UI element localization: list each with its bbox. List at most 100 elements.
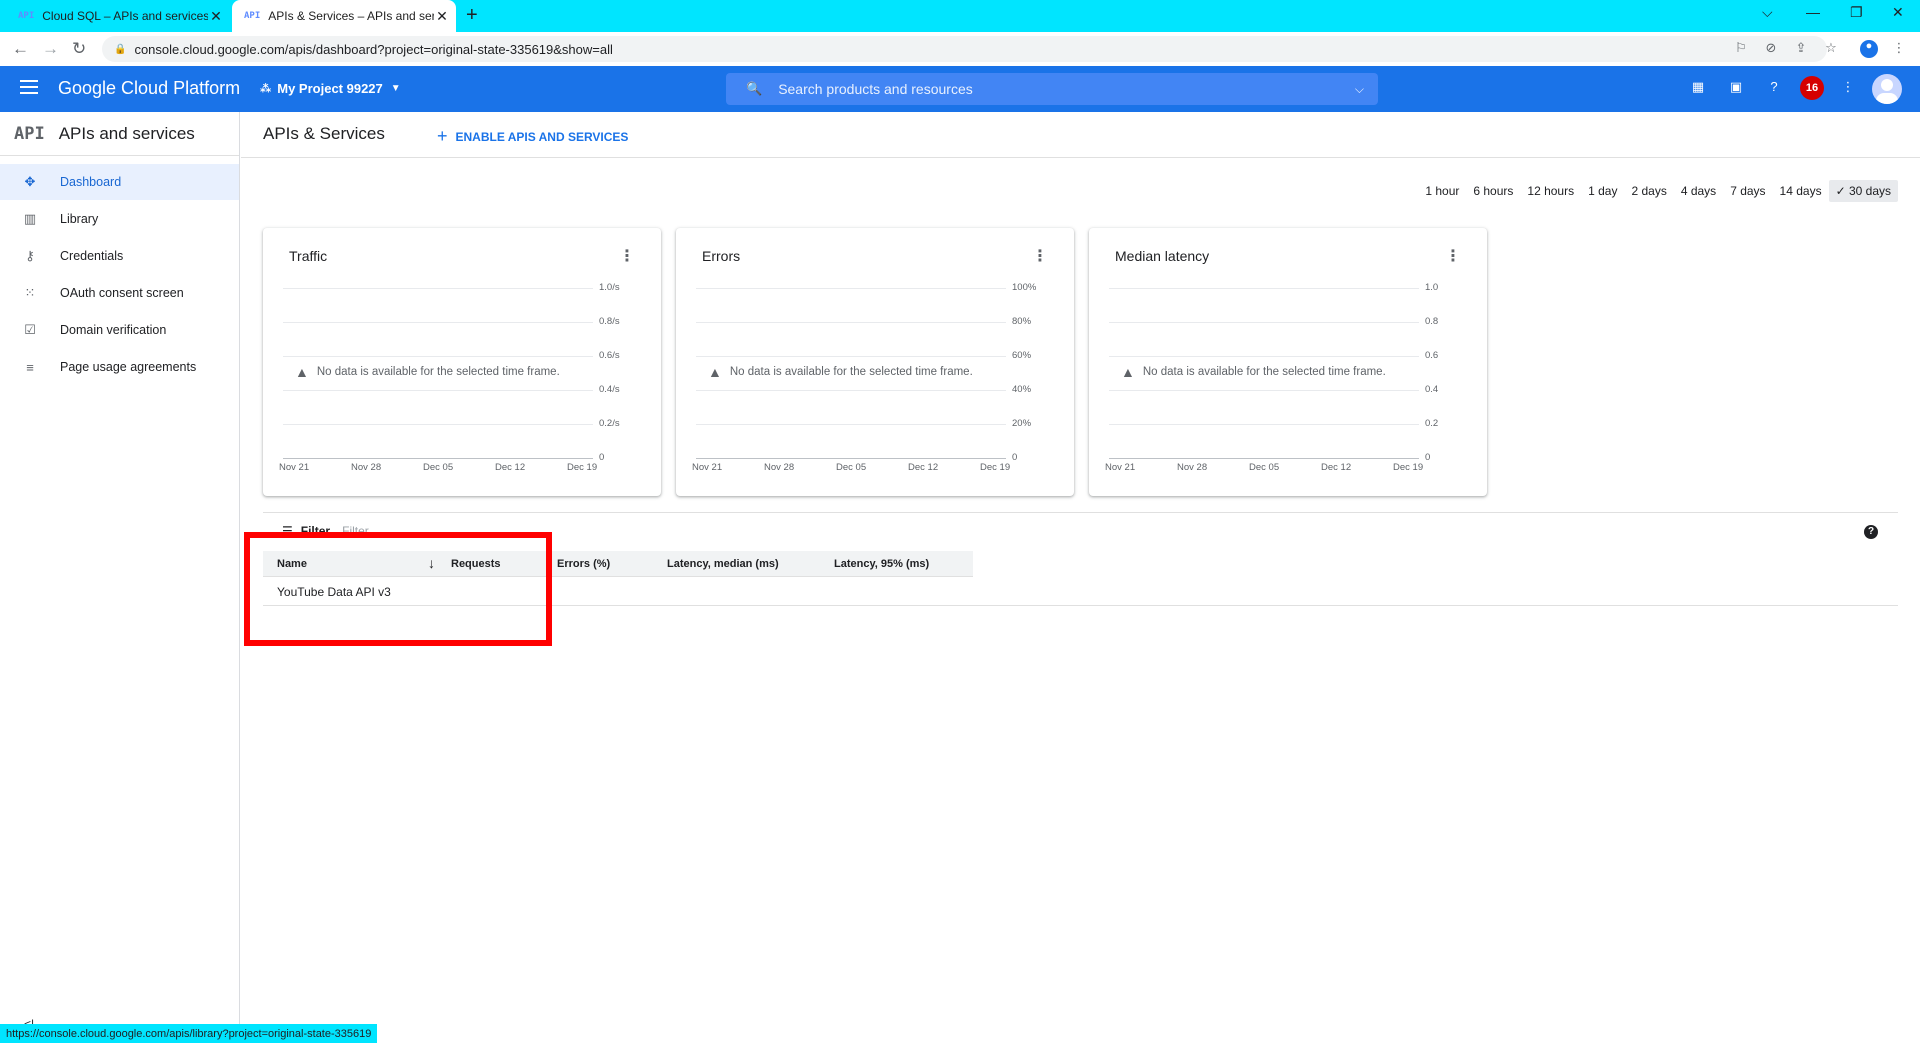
column-latency-median[interactable]: Latency, median (ms) bbox=[667, 558, 779, 570]
warning-icon: ▲ bbox=[708, 364, 722, 380]
column-errors[interactable]: Errors (%) bbox=[557, 558, 610, 570]
help-icon[interactable]: ? bbox=[1864, 525, 1878, 539]
reload-icon[interactable]: ↻ bbox=[72, 39, 86, 59]
chart-card: Traffic ⋮ 1.0/s 0.8/s 0.6/s 0.4/s 0.2/s 0 Nov 21… bbox=[263, 228, 661, 496]
x-tick-label: Dec 05 bbox=[836, 462, 867, 473]
column-latency-95[interactable]: Latency, 95% (ms) bbox=[834, 558, 929, 570]
help-icon[interactable]: ? bbox=[1764, 79, 1784, 94]
more-vert-icon[interactable]: ⋮ bbox=[1445, 246, 1461, 266]
warning-icon: ▲ bbox=[295, 364, 309, 380]
search-bar[interactable]: 🔍 Search products and resources ⌵ bbox=[726, 73, 1378, 105]
chart-gridline bbox=[696, 390, 1006, 391]
chart-gridline bbox=[1109, 322, 1419, 323]
highlight-box bbox=[244, 532, 552, 646]
sidebar-item-credentials[interactable]: ⚷ Credentials bbox=[0, 238, 239, 274]
notifications-badge[interactable]: 16 bbox=[1800, 76, 1824, 100]
sidebar-item-domain-verification[interactable]: ☑ Domain verification bbox=[0, 312, 239, 348]
time-range-option[interactable]: 7 days bbox=[1723, 180, 1772, 202]
y-tick-label: 80% bbox=[1012, 316, 1032, 327]
sidebar-item-library[interactable]: ▥ Library bbox=[0, 201, 239, 237]
hamburger-menu-icon[interactable] bbox=[20, 80, 38, 98]
restore-window-icon[interactable]: ❐ bbox=[1850, 4, 1863, 21]
table-divider bbox=[263, 512, 1898, 513]
time-range-option[interactable]: 2 days bbox=[1624, 180, 1673, 202]
minimize-window-icon[interactable]: — bbox=[1806, 4, 1820, 20]
time-range-option[interactable]: 4 days bbox=[1674, 180, 1723, 202]
x-tick-label: Dec 12 bbox=[495, 462, 526, 473]
back-arrow-icon[interactable]: ← bbox=[12, 39, 29, 59]
side-navigation: API APIs and services ✥ Dashboard ▥ Libr… bbox=[0, 112, 240, 1043]
time-range-label: 2 days bbox=[1631, 184, 1667, 198]
y-tick-label: 0 bbox=[1425, 452, 1431, 463]
sidebar-item-page-usage[interactable]: ≡ Page usage agreements bbox=[0, 349, 239, 385]
translate-icon[interactable]: ⚐ bbox=[1732, 40, 1750, 58]
time-range-option[interactable]: 12 hours bbox=[1520, 180, 1581, 202]
time-range-label: 1 hour bbox=[1425, 184, 1460, 198]
enable-apis-button[interactable]: + ENABLE APIS AND SERVICES bbox=[437, 126, 628, 147]
chart-gridline bbox=[1109, 390, 1419, 391]
eye-slash-icon[interactable]: ⊘ bbox=[1762, 40, 1780, 58]
x-tick-label: Dec 12 bbox=[908, 462, 939, 473]
new-tab-plus-icon[interactable]: + bbox=[466, 4, 478, 27]
tab-search-chevron-icon[interactable]: ⌵ bbox=[1762, 4, 1773, 21]
address-bar[interactable]: 🔒 console.cloud.google.com/apis/dashboar… bbox=[102, 36, 1827, 62]
more-vert-icon[interactable]: ⋮ bbox=[1032, 246, 1048, 266]
sidebar-item-label: Library bbox=[60, 212, 99, 226]
chart-card: Errors ⋮ 100% 80% 60% 40% 20% 0 Nov 21 Nov 28 Dec … bbox=[676, 228, 1074, 496]
chart-gridline bbox=[696, 356, 1006, 357]
time-range-option[interactable]: 14 days bbox=[1773, 180, 1829, 202]
cloud-shell-icon[interactable]: ▣ bbox=[1726, 79, 1746, 95]
time-range-option[interactable]: ✓ 30 days bbox=[1828, 180, 1898, 202]
more-vert-icon[interactable]: ⋮ bbox=[619, 246, 635, 266]
time-range-option[interactable]: 1 day bbox=[1581, 180, 1624, 202]
browser-tab-cloud-sql[interactable]: API Cloud SQL – APIs and services – ✕ bbox=[0, 0, 230, 32]
project-hierarchy-icon: ⁂ bbox=[260, 83, 272, 95]
more-vert-icon[interactable]: ⋮ bbox=[1838, 79, 1858, 95]
chart-gridline bbox=[1109, 288, 1419, 289]
time-range-label: 30 days bbox=[1848, 184, 1891, 198]
gcp-header: Google Cloud Platform ⁂ My Project 99227… bbox=[0, 66, 1920, 112]
no-data-message: ▲ No data is available for the selected t… bbox=[708, 364, 973, 380]
browser-menu-icon[interactable]: ⋮ bbox=[1890, 40, 1908, 58]
chart-title: Traffic bbox=[289, 248, 328, 264]
time-range-label: 1 day bbox=[1588, 184, 1618, 198]
close-tab-icon[interactable]: ✕ bbox=[434, 8, 450, 25]
y-tick-label: 0.6/s bbox=[599, 350, 620, 361]
y-tick-label: 20% bbox=[1012, 418, 1032, 429]
sidebar-item-oauth-consent[interactable]: ⁙ OAuth consent screen bbox=[0, 275, 239, 311]
chart-gridline bbox=[283, 322, 593, 323]
profile-icon[interactable]: ● bbox=[1860, 40, 1878, 58]
api-favicon-icon: API bbox=[18, 11, 35, 21]
chart-gridline bbox=[696, 424, 1006, 425]
url-text: console.cloud.google.com/apis/dashboard?… bbox=[134, 41, 613, 57]
close-tab-icon[interactable]: ✕ bbox=[208, 8, 224, 25]
gift-icon[interactable]: ▦ bbox=[1688, 79, 1708, 95]
project-name: My Project 99227 bbox=[277, 81, 383, 96]
project-selector[interactable]: ⁂ My Project 99227 ▼ bbox=[260, 81, 401, 96]
search-placeholder: Search products and resources bbox=[778, 81, 973, 97]
y-tick-label: 0.4 bbox=[1425, 384, 1439, 395]
share-icon[interactable]: ⇪ bbox=[1792, 40, 1810, 58]
chart-gridline bbox=[1109, 424, 1419, 425]
bookmark-star-icon[interactable]: ☆ bbox=[1822, 40, 1840, 58]
y-tick-label: 1.0/s bbox=[599, 282, 620, 293]
chevron-down-icon: ▼ bbox=[390, 83, 401, 94]
sidebar-item-dashboard[interactable]: ✥ Dashboard bbox=[0, 164, 239, 200]
checkbox-icon: ☑ bbox=[24, 322, 36, 337]
no-data-text: No data is available for the selected ti… bbox=[1142, 366, 1386, 378]
chevron-down-icon[interactable]: ⌵ bbox=[1355, 82, 1364, 97]
gcp-brand[interactable]: Google Cloud Platform bbox=[58, 78, 240, 99]
time-range-option[interactable]: 6 hours bbox=[1466, 180, 1520, 202]
forward-arrow-icon[interactable]: → bbox=[42, 39, 59, 59]
close-window-icon[interactable]: ✕ bbox=[1892, 4, 1904, 21]
key-icon: ⚷ bbox=[25, 248, 35, 263]
x-tick-label: Nov 28 bbox=[351, 462, 382, 473]
tab-title: APIs & Services – APIs and servic bbox=[268, 9, 434, 23]
browser-tab-apis-services[interactable]: API APIs & Services – APIs and servic ✕ bbox=[232, 0, 456, 32]
time-range-label: 12 hours bbox=[1527, 184, 1575, 198]
no-data-message: ▲ No data is available for the selected t… bbox=[295, 364, 560, 380]
x-tick-label: Dec 12 bbox=[1321, 462, 1352, 473]
time-range-option[interactable]: 1 hour bbox=[1418, 180, 1466, 202]
avatar[interactable] bbox=[1872, 74, 1902, 104]
browser-toolbar: ← → ↻ 🔒 console.cloud.google.com/apis/da… bbox=[0, 32, 1920, 66]
